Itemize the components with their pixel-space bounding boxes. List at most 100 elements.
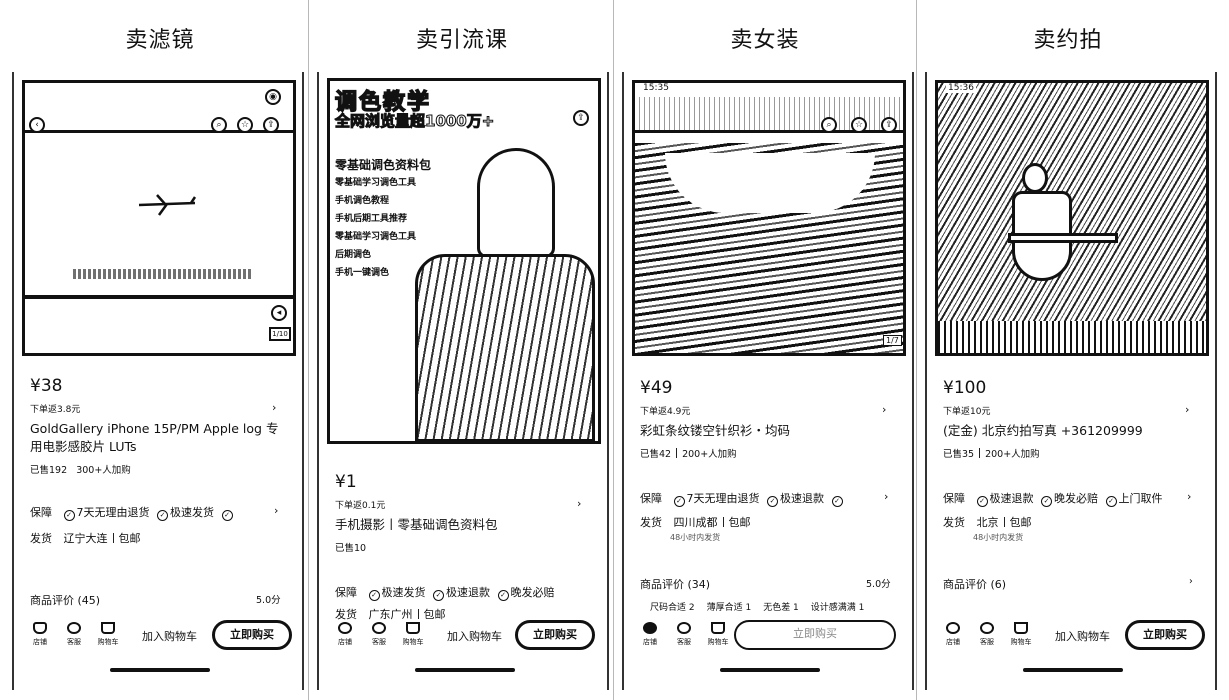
column-title: 卖引流课 <box>415 28 508 53</box>
guarantee-row[interactable]: 保障 ✓ 极速退款 ✓ 晚发必赔 ✓ 上门取件 › <box>943 490 1203 507</box>
photoshoot-image <box>938 83 1206 353</box>
camera-icon: ◉ <box>265 89 281 105</box>
chevron-right-icon: › <box>882 403 887 416</box>
cart-icon-button[interactable]: 购物车 <box>1005 620 1037 647</box>
store-button[interactable]: 店铺 <box>634 620 666 647</box>
share-icon[interactable]: ⇪ <box>573 110 589 126</box>
customer-service-button[interactable]: 客服 <box>971 620 1003 647</box>
price: ¥49 <box>640 378 673 398</box>
sales-info: 已售10 <box>335 543 367 554</box>
sound-icon[interactable]: ◂ <box>271 305 287 321</box>
product-image[interactable]: ‹ ⌕ ☆ ⇪ ◉ ◂ 1/10 <box>22 80 296 356</box>
check-icon: ✓ <box>63 510 75 521</box>
buy-now-button[interactable]: 立即购买 <box>1125 620 1205 650</box>
shipping-note: 48小时内发货 <box>670 533 721 542</box>
chevron-right-icon: › <box>884 490 889 503</box>
bottom-action-bar: 店铺 客服 购物车 加入购物车 立即购买 <box>937 620 1213 660</box>
check-icon: ✓ <box>831 496 843 507</box>
status-clock: 15:36 <box>946 83 976 93</box>
buy-now-button[interactable]: 立即购买 <box>734 620 896 650</box>
reviews-row[interactable]: 商品评价 (34) 5.0分 <box>640 576 900 592</box>
headset-icon <box>372 622 386 634</box>
search-icon[interactable]: ⌕ <box>211 117 227 133</box>
store-button[interactable]: 店铺 <box>24 620 56 647</box>
product-image[interactable]: 调色教学 全网浏览量超1000万+ ⇪ 零基础调色资料包 零基础学习调色工具 手… <box>327 78 601 444</box>
add-to-cart-button[interactable]: 加入购物车 <box>1055 628 1110 644</box>
bottom-action-bar: 店铺 客服 购物车 加入购物车 立即购买 <box>24 620 300 660</box>
reviews-row[interactable]: 商品评价 (6) › <box>943 576 1203 592</box>
check-icon: ✓ <box>673 496 685 507</box>
sales-info: 已售192 300+人加购 <box>30 465 131 476</box>
check-icon: ✓ <box>976 496 988 507</box>
search-icon[interactable]: ⌕ <box>821 117 837 133</box>
share-icon[interactable]: ⇪ <box>881 117 897 133</box>
customer-service-button[interactable]: 客服 <box>363 620 395 647</box>
cart-icon-button[interactable]: 购物车 <box>702 620 734 647</box>
cashback-note[interactable]: 下单返0.1元 › <box>335 497 595 511</box>
check-icon: ✓ <box>157 510 168 521</box>
home-indicator <box>720 668 820 672</box>
chevron-right-icon: › <box>1187 490 1192 503</box>
video-length-badge: 1/10 <box>269 327 291 341</box>
cashback-note[interactable]: 下单返10元 › <box>943 403 1203 417</box>
product-name: 彩虹条纹镂空针织衫・均码 <box>640 423 791 438</box>
cart-icon <box>101 622 115 634</box>
store-icon <box>33 622 47 634</box>
price: ¥100 <box>943 378 987 398</box>
headset-icon <box>67 622 81 634</box>
shipping-row[interactable]: 发货 四川成都 包邮 <box>640 514 900 530</box>
column-title: 卖女装 <box>730 28 800 53</box>
cart-icon-button[interactable]: 购物车 <box>397 620 429 647</box>
bottom-action-bar: 店铺 客服 购物车 加入购物车 立即购买 <box>329 620 605 660</box>
store-button[interactable]: 店铺 <box>329 620 361 647</box>
buy-now-button[interactable]: 立即购买 <box>212 620 292 650</box>
guarantee-row[interactable]: 保障 ✓ 7天无理由退货 ✓ 极速退款 ✓ › <box>640 490 900 507</box>
customer-service-button[interactable]: 客服 <box>58 620 90 647</box>
cashback-note[interactable]: 下单返4.9元 › <box>640 403 900 417</box>
check-icon: ✓ <box>221 510 233 521</box>
product-image[interactable]: 15:36 <box>935 80 1209 356</box>
column-divider <box>916 0 917 700</box>
check-icon: ✓ <box>1041 496 1052 507</box>
buy-now-button[interactable]: 立即购买 <box>515 620 595 650</box>
column-title: 卖约拍 <box>1033 28 1103 53</box>
cashback-note[interactable]: 下单返3.8元 › <box>30 401 276 415</box>
add-to-cart-button[interactable]: 加入购物车 <box>447 628 502 644</box>
customer-service-button[interactable]: 客服 <box>668 620 700 647</box>
share-icon[interactable]: ⇪ <box>263 117 279 133</box>
airplane-icon <box>138 194 197 216</box>
chevron-right-icon: › <box>1185 403 1190 416</box>
phone-screen-photoshoot: 15:36 ¥100 下单返10元 › (定金) 北京约拍写真 +36120999… <box>925 72 1217 690</box>
phone-screen-clothing: 15:35 ⌕ ☆ ⇪ 1/7 ¥49 下单返4.9元 › 彩虹条纹镂空针织衫・均… <box>622 72 914 690</box>
sales-info: 已售35 200+人加购 <box>943 448 1040 460</box>
chevron-right-icon: › <box>272 401 277 414</box>
shipping-row[interactable]: 发货 辽宁大连 包邮 <box>30 530 290 546</box>
product-image[interactable]: 15:35 ⌕ ☆ ⇪ 1/7 <box>632 80 906 356</box>
phone-screen-filter: ‹ ⌕ ☆ ⇪ ◉ ◂ 1/10 ¥38 下单返3.8元 › GoldGaller… <box>12 72 304 690</box>
column-title: 卖滤镜 <box>125 28 195 53</box>
check-icon: ✓ <box>433 590 444 601</box>
reviews-row[interactable]: 商品评价 (45) 5.0分 <box>30 592 290 608</box>
store-button[interactable]: 店铺 <box>937 620 969 647</box>
bottom-action-bar: 店铺 客服 购物车 立即购买 <box>634 620 910 660</box>
back-icon[interactable]: ‹ <box>29 117 45 133</box>
add-to-cart-button[interactable]: 加入购物车 <box>142 628 197 644</box>
person-figure <box>1022 163 1048 193</box>
favorite-icon[interactable]: ☆ <box>851 117 867 133</box>
chevron-right-icon: › <box>274 504 279 517</box>
headset-icon <box>677 622 691 634</box>
guarantee-row[interactable]: 保障 ✓ 极速发货 ✓ 极速退款 ✓ 晚发必赔 <box>335 584 595 601</box>
guarantee-row[interactable]: 保障 ✓ 7天无理由退货 ✓ 极速发货 ✓ › <box>30 504 290 521</box>
review-tags[interactable]: 尺码合适 2 薄厚合适 1 无色差 1 设计感满满 1 <box>650 600 876 613</box>
store-icon <box>946 622 960 634</box>
chevron-right-icon: › <box>577 497 582 510</box>
cart-icon-button[interactable]: 购物车 <box>92 620 124 647</box>
person-illustration <box>477 148 555 258</box>
phone-screen-course: 调色教学 全网浏览量超1000万+ ⇪ 零基础调色资料包 零基础学习调色工具 手… <box>317 72 609 690</box>
favorite-icon[interactable]: ☆ <box>237 117 253 133</box>
home-indicator <box>110 668 210 672</box>
sales-info: 已售42 200+人加购 <box>640 448 737 460</box>
status-clock: 15:35 <box>643 83 669 93</box>
shipping-row[interactable]: 发货 北京 包邮 <box>943 514 1203 530</box>
headset-icon <box>980 622 994 634</box>
